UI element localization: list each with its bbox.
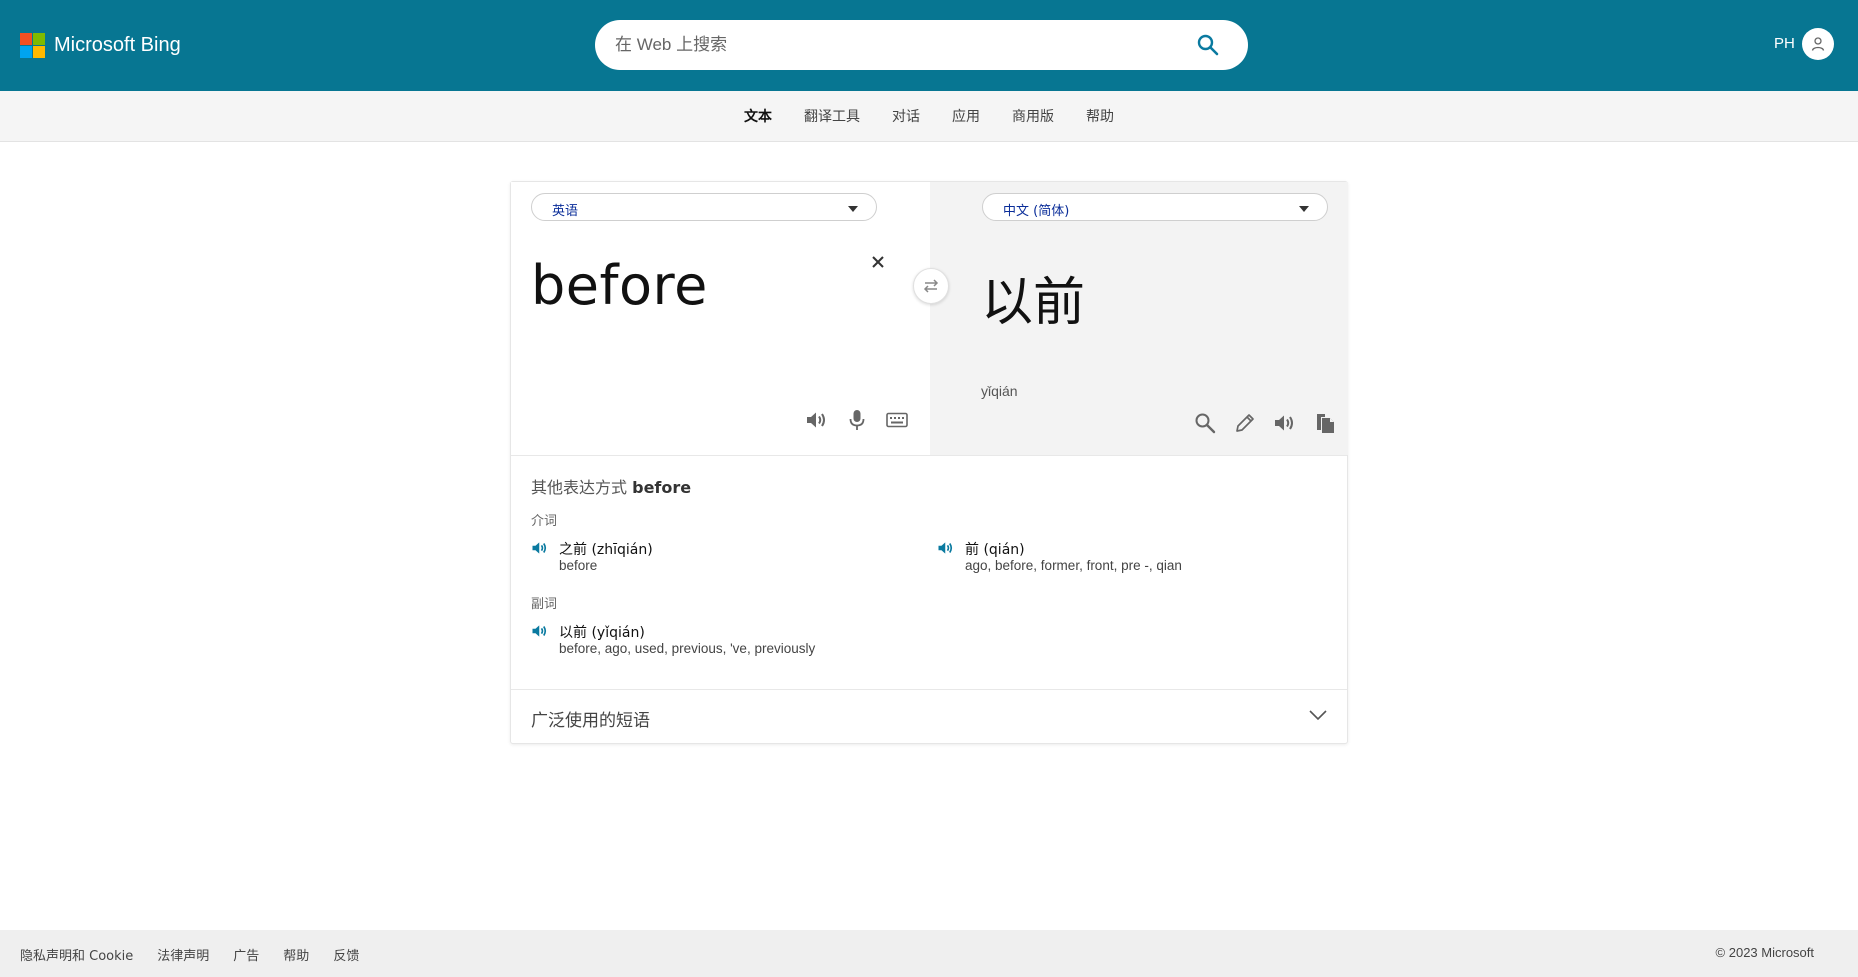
footer-link-help[interactable]: 帮助 [283,945,309,964]
alt-meaning: before [559,558,598,573]
brand-name: Microsoft Bing [54,34,181,56]
tab-translation-tools[interactable]: 翻译工具 [788,106,876,126]
page-footer: 隐私声明和 Cookie 法律声明 广告 帮助 反馈 © 2023 Micros… [0,930,1858,977]
transliteration: yǐqián [981,383,1018,399]
footer-link-legal[interactable]: 法律声明 [157,945,209,964]
speaker-icon[interactable] [937,539,955,557]
tab-business[interactable]: 商用版 [996,106,1070,126]
source-text-input[interactable]: before [531,254,708,317]
target-pane: 中文 (简体) 以前 yǐqián [930,182,1348,455]
pos-label-preposition: 介词 [531,514,558,529]
user-icon [1811,37,1825,51]
chevron-down-icon [848,206,858,212]
chevron-down-icon [1308,708,1328,722]
swap-icon [923,279,939,293]
speaker-icon[interactable] [804,407,830,433]
speaker-icon[interactable] [1272,410,1298,436]
tab-conversation[interactable]: 对话 [876,106,936,126]
chevron-down-icon [1299,206,1309,212]
avatar[interactable] [1802,28,1834,60]
search-icon[interactable] [1195,32,1221,58]
search-icon[interactable] [1192,410,1218,436]
alt-term[interactable]: 以前 (yǐqián) [559,622,645,642]
alternatives-title: 其他表达方式 before [531,478,692,497]
translator-card: 英语 before 中文 (简体) 以前 yǐqián 其他表达方式 befor… [510,181,1348,744]
web-search-box [595,20,1248,70]
tab-text[interactable]: 文本 [728,106,788,126]
common-phrases-label: 广泛使用的短语 [531,711,650,731]
user-initials[interactable]: PH [1774,35,1795,52]
translator-subnav: 文本 翻译工具 对话 应用 商用版 帮助 [0,91,1858,142]
footer-link-feedback[interactable]: 反馈 [333,945,359,964]
footer-link-ads[interactable]: 广告 [233,945,259,964]
alt-term[interactable]: 之前 (zhīqián) [559,539,653,559]
pos-label-adverb: 副词 [531,597,558,612]
tab-apps[interactable]: 应用 [936,106,996,126]
speaker-icon[interactable] [531,622,549,640]
source-language-select[interactable]: 英语 [531,193,877,221]
pencil-icon[interactable] [1232,410,1258,436]
alternative-translations: 其他表达方式 before 介词 之前 (zhīqián) before 前 (… [511,455,1347,690]
translated-text: 以前 [981,273,1086,333]
top-header: Microsoft Bing PH [0,0,1858,91]
alt-meaning: ago, before, former, front, pre -, qian [965,558,1182,573]
speaker-icon[interactable] [531,539,549,557]
alt-term[interactable]: 前 (qián) [965,539,1025,559]
bing-logo[interactable]: Microsoft Bing [20,33,181,58]
copyright: © 2023 Microsoft [1715,945,1814,960]
target-language-select[interactable]: 中文 (简体) [982,193,1328,221]
microphone-icon[interactable] [844,407,870,433]
keyboard-icon[interactable] [884,407,910,433]
source-pane: 英语 before [511,182,930,455]
footer-link-privacy[interactable]: 隐私声明和 Cookie [20,945,133,964]
swap-languages-button[interactable] [913,268,949,304]
copy-icon[interactable] [1312,410,1338,436]
microsoft-logo-icon [20,33,45,58]
target-language-label: 中文 (简体) [1003,204,1070,219]
search-input[interactable] [615,20,1175,70]
tab-help[interactable]: 帮助 [1070,106,1130,126]
common-phrases-expander[interactable]: 广泛使用的短语 [511,689,1347,744]
alt-meaning: before, ago, used, previous, 've, previo… [559,641,816,656]
source-language-label: 英语 [552,204,579,219]
close-icon[interactable] [868,252,888,272]
